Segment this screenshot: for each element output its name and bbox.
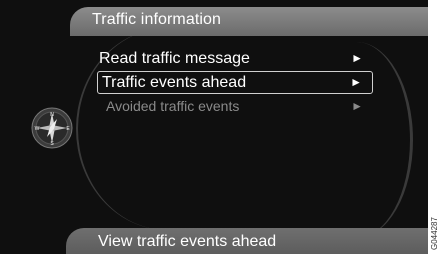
menu-item-label: Read traffic message — [99, 50, 250, 67]
menu-item-label: Avoided traffic events — [106, 98, 240, 114]
arrow-right-icon: ► — [351, 99, 363, 113]
compass-letter: W — [35, 126, 40, 132]
compass-icon: N S W E — [31, 107, 73, 149]
menu-item-traffic-events-ahead[interactable]: Traffic events ahead ► — [97, 71, 373, 94]
compass-letter: N — [50, 112, 54, 118]
infotainment-screen: Traffic information Read traffic message… — [0, 0, 428, 254]
figure-code: G044287 — [430, 217, 439, 250]
footer-hint-text: View traffic events ahead — [98, 233, 277, 250]
arrow-right-icon: ► — [350, 75, 362, 89]
arrow-right-icon: ► — [351, 51, 363, 65]
menu-item-read-traffic-message[interactable]: Read traffic message ► — [97, 47, 373, 70]
menu-item-avoided-traffic-events[interactable]: Avoided traffic events ► — [97, 95, 373, 118]
page-title: Traffic information — [92, 11, 222, 28]
menu-item-label: Traffic events ahead — [102, 74, 247, 91]
